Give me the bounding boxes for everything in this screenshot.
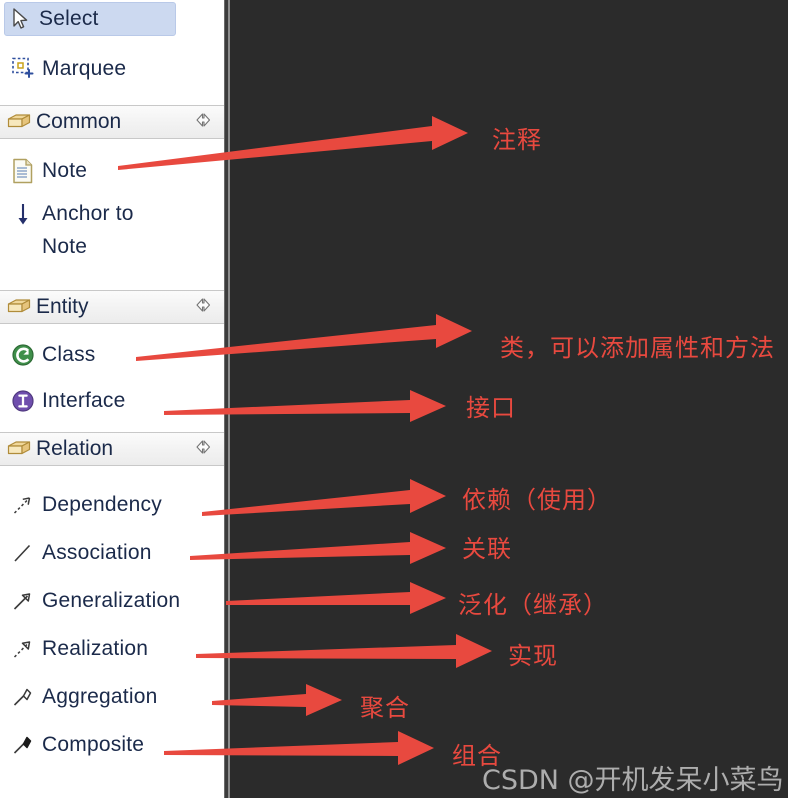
arrow-to-realization (196, 634, 492, 668)
annotation-label-interface: 接口 (466, 394, 516, 422)
screenshot-root: Select Marquee Common Note Anchor to Not… (0, 0, 788, 798)
arrow-to-aggregation (212, 684, 342, 716)
arrow-to-association (190, 532, 446, 564)
annotation-label-note: 注释 (492, 126, 542, 154)
arrow-to-composite (164, 731, 434, 765)
arrow-to-dependency (202, 479, 446, 516)
annotation-arrows-layer (118, 116, 492, 765)
annotation-label-dependency: 依赖（使用） (462, 486, 612, 514)
arrow-to-class (136, 314, 472, 361)
annotation-label-class: 类，可以添加属性和方法 (500, 334, 775, 362)
annotation-label-aggregation: 聚合 (360, 694, 410, 722)
annotation-label-generalization: 泛化（继承） (458, 591, 608, 619)
csdn-watermark: CSDN @开机发呆小菜鸟 (482, 765, 784, 796)
arrow-to-interface (164, 390, 446, 422)
arrow-to-note (118, 116, 468, 170)
annotation-label-realization: 实现 (508, 642, 558, 670)
arrow-to-generalization (226, 582, 446, 614)
annotation-label-association: 关联 (462, 535, 512, 563)
